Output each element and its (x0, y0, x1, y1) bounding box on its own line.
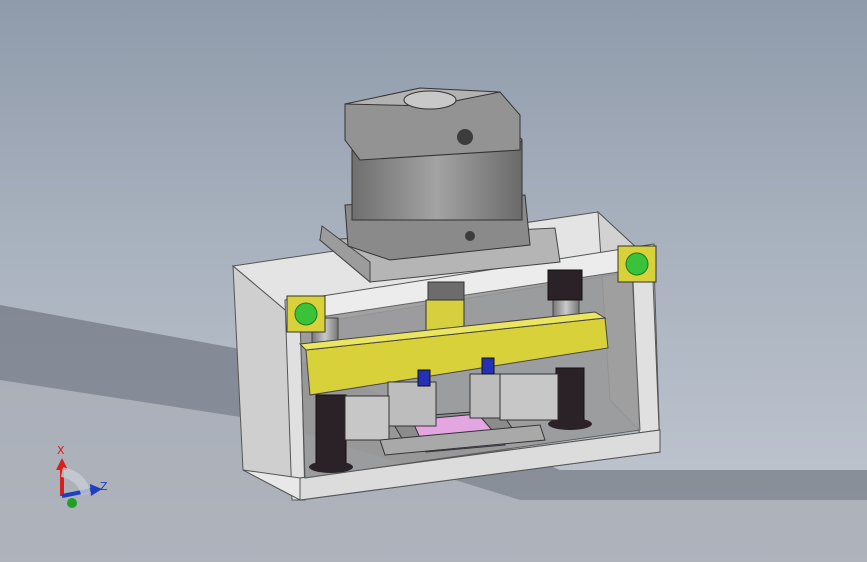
assembly-drawing (0, 87, 867, 562)
triad-z-label: Z (100, 480, 108, 493)
triad-x-label: X (57, 444, 65, 457)
cad-viewport[interactable]: X Z (0, 0, 867, 562)
